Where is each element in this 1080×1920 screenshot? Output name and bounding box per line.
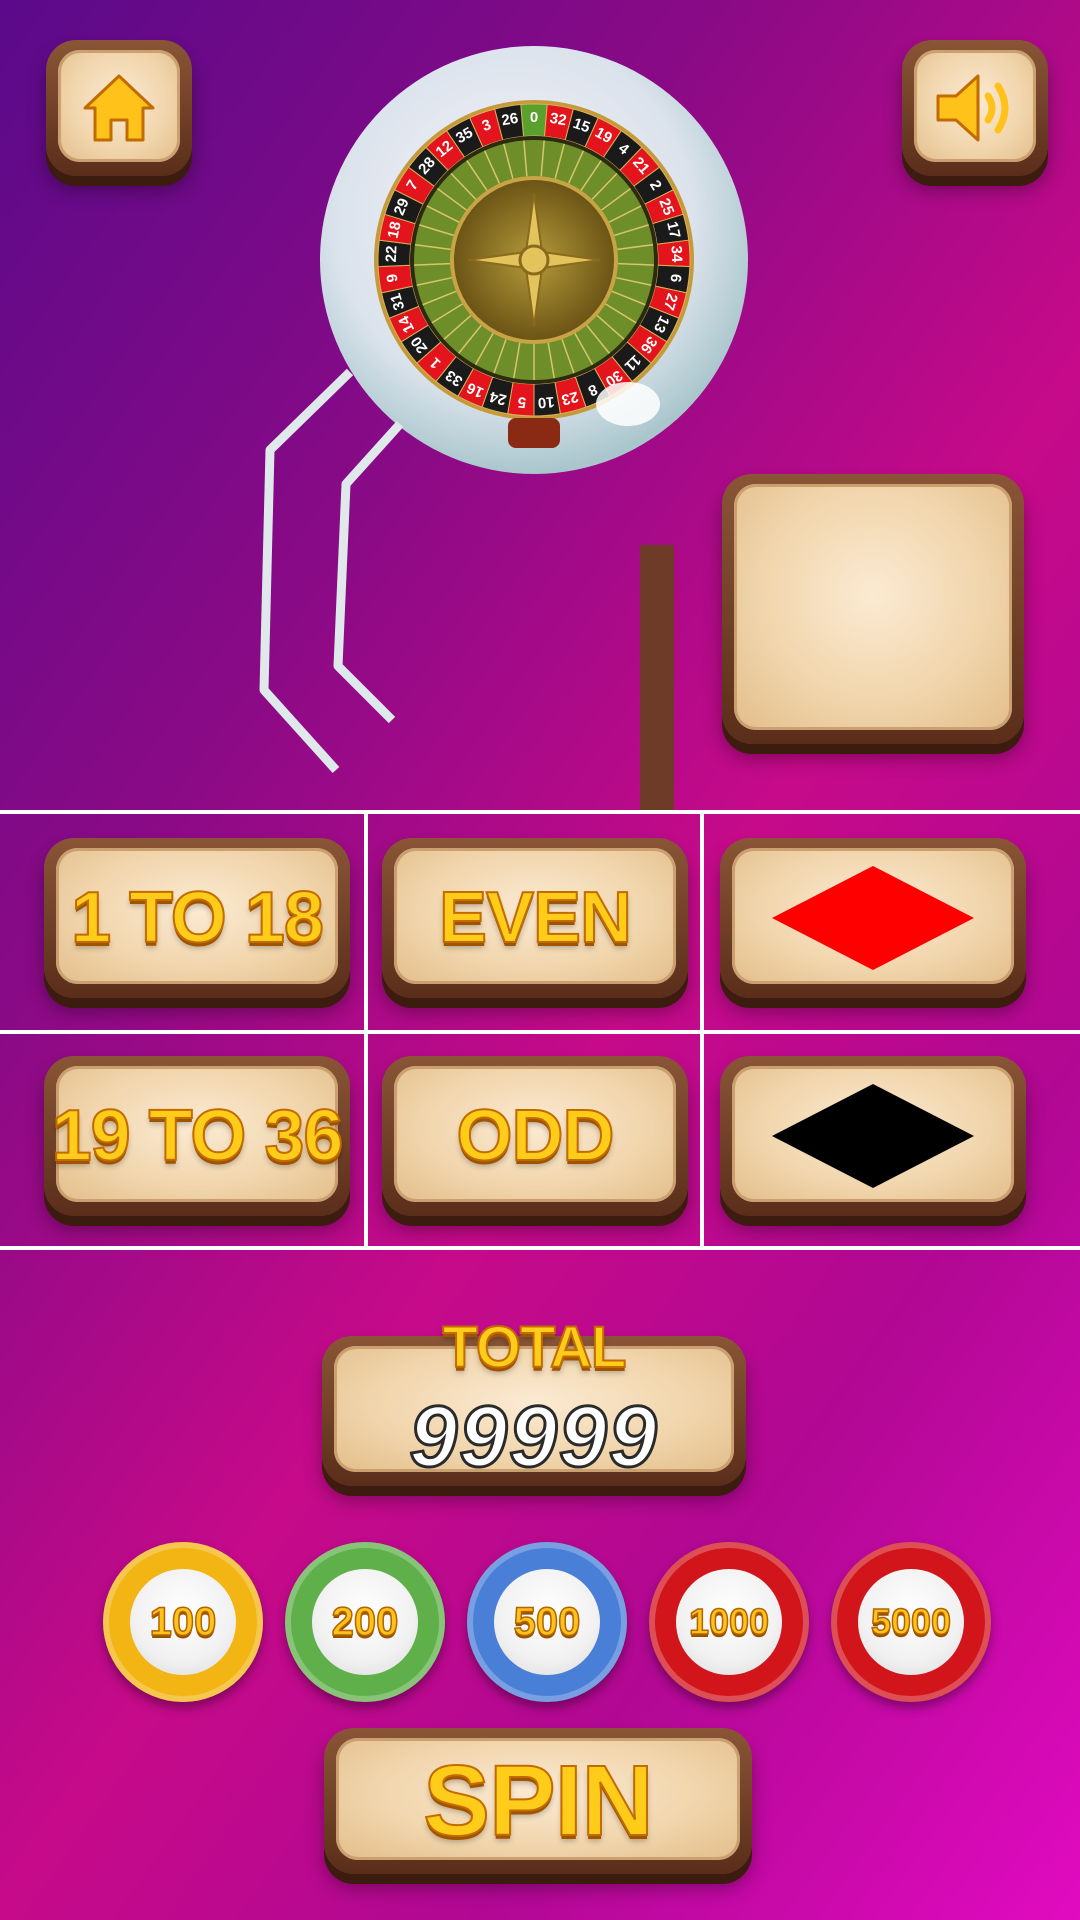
bet-odd-button[interactable]: ODD bbox=[382, 1056, 688, 1216]
total-label: TOTAL bbox=[442, 1314, 628, 1381]
wheel-number: 5 bbox=[517, 393, 527, 411]
wheel-number: 10 bbox=[537, 393, 555, 411]
wheel-number: 18 bbox=[385, 220, 405, 240]
home-button[interactable] bbox=[46, 40, 192, 176]
home-icon bbox=[83, 74, 155, 142]
bet-red-button[interactable] bbox=[720, 838, 1026, 998]
bet-label: 1 TO 18 bbox=[70, 877, 325, 959]
spin-label: SPIN bbox=[422, 1744, 654, 1858]
total-panel: TOTAL 99999 bbox=[322, 1314, 746, 1487]
chip-500[interactable]: 500 bbox=[467, 1542, 627, 1702]
wheel-number: 34 bbox=[668, 245, 686, 263]
chip-1000[interactable]: 1000 bbox=[649, 1542, 809, 1702]
chip-5000[interactable]: 5000 bbox=[831, 1542, 991, 1702]
chip-value: 5000 bbox=[870, 1600, 952, 1643]
result-post bbox=[640, 545, 674, 811]
speaker-icon bbox=[936, 74, 1009, 142]
bet-label: 19 TO 36 bbox=[51, 1095, 345, 1177]
wheel-number: 32 bbox=[548, 110, 567, 130]
chip-100[interactable]: 100 bbox=[103, 1542, 263, 1702]
wheel-number: 17 bbox=[663, 220, 683, 240]
wheel-number: 0 bbox=[530, 109, 538, 126]
result-board bbox=[722, 474, 1024, 744]
red-diamond-icon bbox=[772, 866, 974, 970]
chip-200[interactable]: 200 bbox=[285, 1542, 445, 1702]
wheel-number: 26 bbox=[500, 110, 519, 130]
bet-label: ODD bbox=[456, 1095, 616, 1177]
chip-value: 1000 bbox=[688, 1600, 770, 1643]
sound-button[interactable] bbox=[902, 40, 1048, 176]
chip-value: 500 bbox=[513, 1599, 581, 1645]
bet-1-to-18-button[interactable]: 1 TO 18 bbox=[44, 838, 350, 998]
chip-value: 100 bbox=[149, 1599, 217, 1645]
black-diamond-icon bbox=[772, 1084, 974, 1188]
bet-even-button[interactable]: EVEN bbox=[382, 838, 688, 998]
wheel-number: 22 bbox=[383, 245, 401, 262]
spin-button[interactable]: SPIN bbox=[324, 1728, 752, 1874]
bet-19-to-36-button[interactable]: 19 TO 36 bbox=[44, 1056, 350, 1216]
ball-track bbox=[259, 368, 404, 774]
bet-label: EVEN bbox=[438, 877, 633, 959]
bet-black-button[interactable] bbox=[720, 1056, 1026, 1216]
chip-value: 200 bbox=[331, 1599, 399, 1645]
total-value: 99999 bbox=[408, 1388, 659, 1487]
